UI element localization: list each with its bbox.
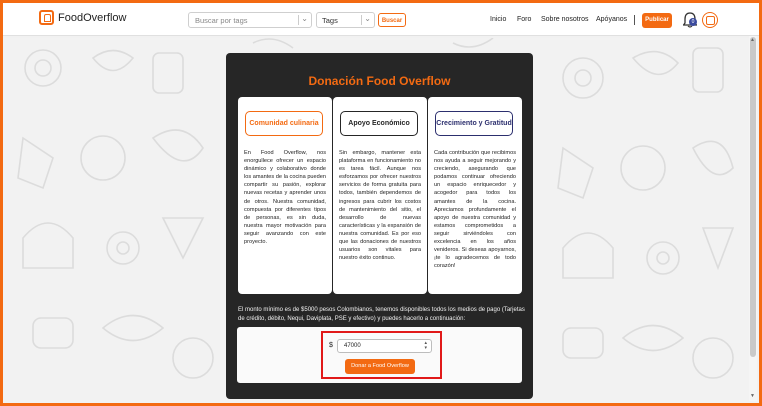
payment-info-text: El monto mínimo es de $5000 pesos Colomb…	[238, 307, 525, 322]
notification-badge: 0	[689, 18, 697, 26]
column-text: Sin embargo, mantener esta plataforma en…	[339, 150, 421, 262]
tags-label: Tags	[322, 16, 338, 25]
column-text: En Food Overflow, nos enorgullece ofrece…	[244, 150, 326, 246]
app-frame: FoodOverflow Buscar por tags ⌄ Tags ⌄ Bu…	[0, 0, 762, 406]
search-tags-select[interactable]: Buscar por tags ⌄	[188, 12, 312, 28]
chevron-down-icon[interactable]: ⌄	[364, 14, 371, 23]
scroll-up-arrow-icon[interactable]: ▲	[750, 37, 755, 43]
highlight-box	[321, 331, 442, 379]
select-separator	[361, 15, 362, 25]
column-economic-support: Apoyo Económico Sin embargo, mantener es…	[333, 97, 427, 294]
brand-name[interactable]: FoodOverflow	[58, 12, 126, 24]
top-navbar: FoodOverflow Buscar por tags ⌄ Tags ⌄ Bu…	[3, 3, 759, 36]
search-placeholder: Buscar por tags	[195, 16, 248, 25]
column-heading: Apoyo Económico	[340, 111, 418, 136]
chevron-down-icon[interactable]: ⌄	[301, 14, 308, 23]
column-heading: Crecimiento y Gratitud	[435, 111, 513, 136]
column-community: Comunidad culinaria En Food Overflow, no…	[238, 97, 332, 294]
user-avatar[interactable]	[702, 12, 718, 28]
tags-select[interactable]: Tags ⌄	[316, 12, 375, 28]
select-separator	[298, 15, 299, 25]
logo-icon[interactable]	[39, 10, 54, 25]
nav-link-foro[interactable]: Foro	[517, 16, 531, 23]
scroll-down-arrow-icon[interactable]: ▼	[750, 393, 755, 399]
column-text: Cada contribución que recibimos nos ayud…	[434, 150, 516, 270]
publish-button[interactable]: Publicar	[642, 13, 672, 28]
nav-link-inicio[interactable]: Inicio	[490, 16, 506, 23]
scrollbar-thumb[interactable]	[750, 37, 756, 357]
donation-title: Donación Food Overflow	[308, 74, 451, 88]
column-growth-gratitude: Crecimiento y Gratitud Cada contribución…	[428, 97, 522, 294]
nav-link-sobre-nosotros[interactable]: Sobre nosotros	[541, 16, 588, 23]
nav-divider	[634, 15, 635, 25]
column-heading: Comunidad culinaria	[245, 111, 323, 136]
nav-link-apoyanos[interactable]: Apóyanos	[596, 16, 627, 23]
search-button[interactable]: Buscar	[378, 13, 406, 27]
